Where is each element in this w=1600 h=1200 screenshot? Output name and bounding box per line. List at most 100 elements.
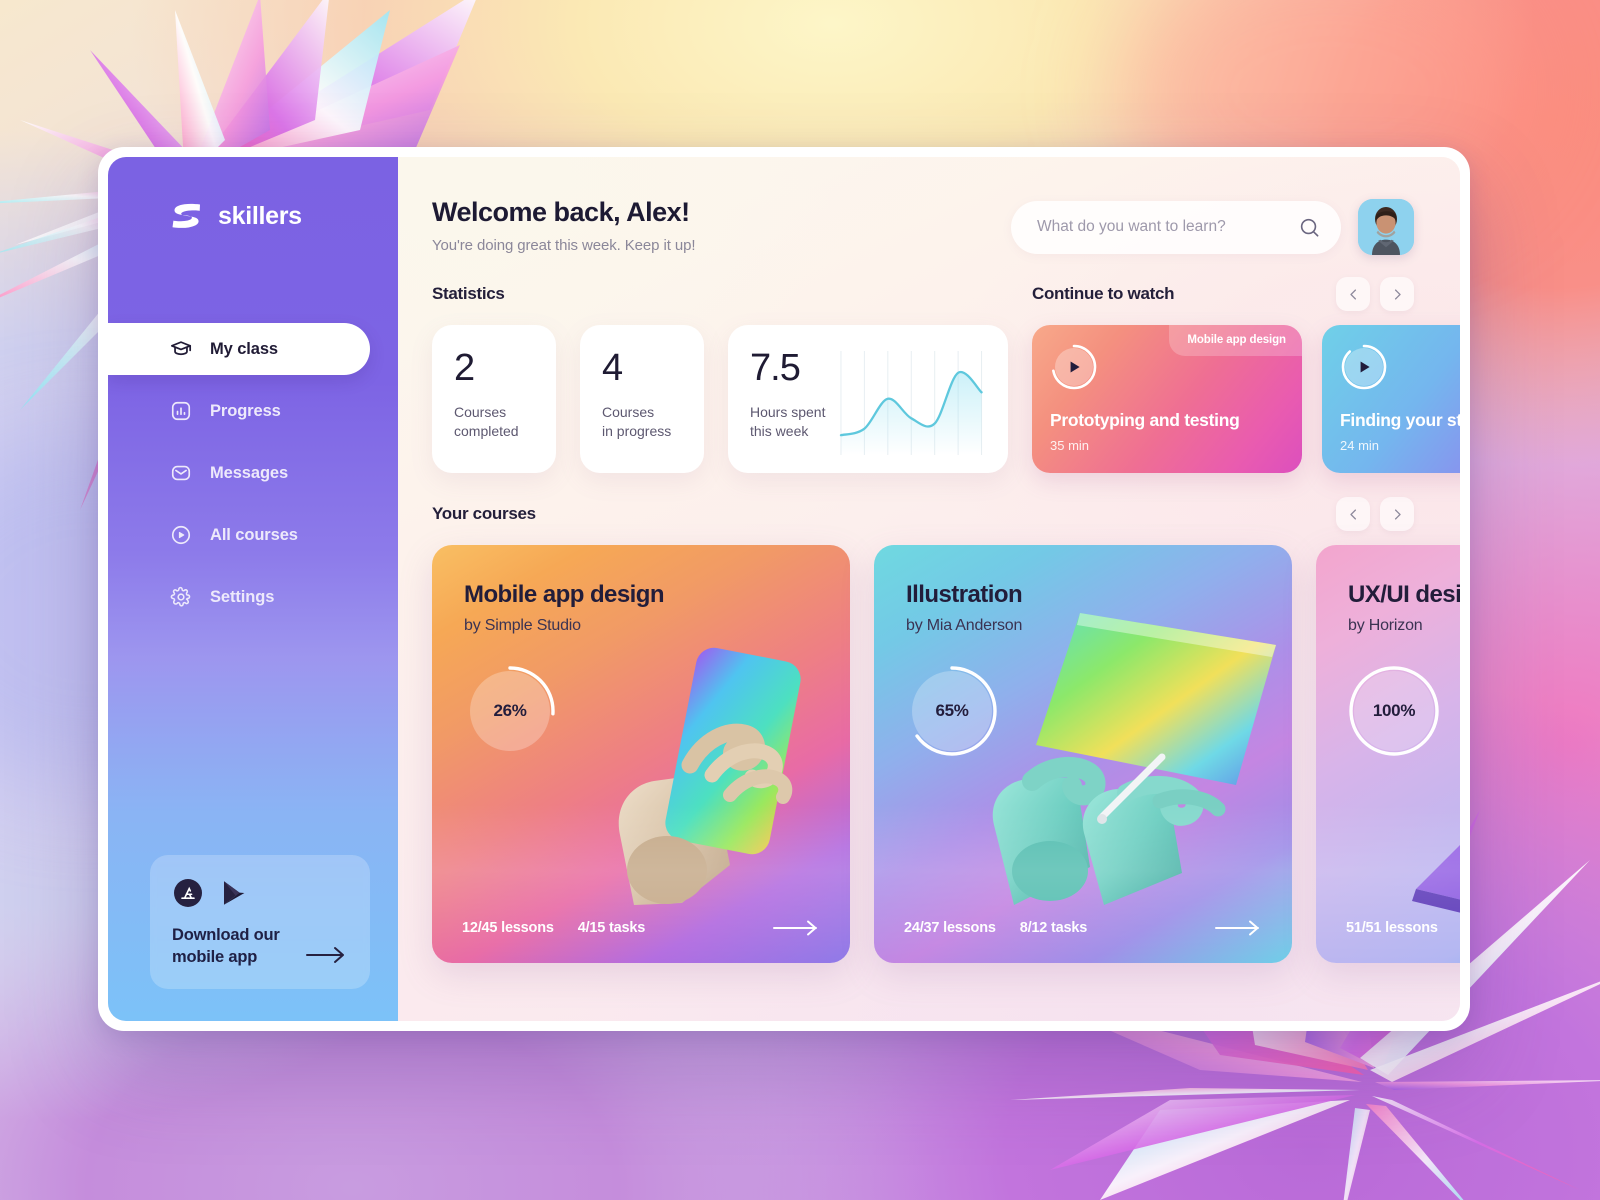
course-title: Illustration (906, 581, 1023, 608)
skillers-logo-icon (172, 203, 200, 228)
your-courses-carousel[interactable]: Mobile app design by Simple Studio 26% 1… (432, 545, 1460, 963)
stat-label-line-1: Courses (454, 404, 507, 420)
course-card-footer: 51/51 lessons 17/17 tasks (1316, 893, 1460, 963)
course-card-footer: 24/37 lessons 8/12 tasks (874, 893, 1292, 963)
continue-to-watch-next-button[interactable] (1380, 277, 1414, 311)
course-author: by Horizon (1348, 617, 1423, 634)
sidebar: skillers My class Progress Messages All … (108, 157, 398, 1021)
continue-to-watch-section: Continue to watch Mobile app design Prot… (1032, 277, 1460, 473)
page-subtitle: You're doing great this week. Keep it up… (432, 237, 696, 254)
course-progress-ring: 26% (464, 665, 556, 757)
sidebar-item-progress[interactable]: Progress (108, 385, 370, 437)
hands-holding-tablet-illustration (992, 613, 1276, 905)
avatar[interactable] (1358, 199, 1414, 255)
your-courses-title: Your courses (432, 504, 536, 523)
course-progress-percent: 65% (935, 701, 969, 720)
brand-name: skillers (218, 201, 302, 230)
watch-card-title: Finding your style (1340, 410, 1460, 430)
course-tasks-count: 4/15 tasks (577, 920, 646, 936)
continue-to-watch-prev-button[interactable] (1336, 277, 1370, 311)
course-progress-ring: 100% (1348, 665, 1440, 757)
stat-value: 4 (602, 347, 623, 389)
course-author: by Mia Anderson (906, 617, 1023, 634)
your-courses-prev-button[interactable] (1336, 497, 1370, 531)
stat-card-courses-in-progress: 4 Courses in progress (580, 325, 704, 473)
continue-to-watch-carousel[interactable]: Mobile app design Prototyping and testin… (1032, 325, 1460, 473)
promo-line-1: Download our (172, 926, 280, 945)
gear-icon (170, 586, 191, 607)
stat-label-line-2: in progress (602, 422, 672, 439)
stat-label-line-2: completed (454, 422, 519, 439)
course-lessons-count: 12/45 lessons (462, 920, 554, 936)
sidebar-item-settings[interactable]: Settings (108, 571, 370, 623)
app-store-icon[interactable] (172, 877, 204, 909)
course-progress-percent: 26% (493, 701, 527, 720)
stat-value: 2 (454, 347, 475, 389)
course-progress-ring: 65% (906, 665, 998, 757)
download-app-promo[interactable]: Download our mobile app (150, 855, 370, 989)
stat-value: 7.5 (750, 347, 801, 389)
watch-card-duration: 24 min (1340, 438, 1380, 453)
sidebar-nav: My class Progress Messages All courses S… (108, 323, 398, 623)
bar-chart-icon (171, 401, 191, 421)
course-lessons-count: 24/37 lessons (904, 920, 996, 936)
stats-watch-row: Statistics 2 Courses completed 4 Courses (432, 277, 1460, 473)
your-courses-section: Your courses Mobile app design by Simple… (432, 497, 1460, 963)
sidebar-item-label: Progress (210, 401, 281, 420)
watch-card-title: Prototyping and testing (1050, 410, 1240, 430)
course-card-mobile-app-design[interactable]: Mobile app design by Simple Studio 26% 1… (432, 545, 850, 963)
sidebar-item-label: Messages (210, 463, 289, 482)
avatar-image (1358, 199, 1414, 255)
app-window: skillers My class Progress Messages All … (98, 147, 1470, 1031)
promo-line-2: mobile app (172, 948, 258, 967)
page-title: Welcome back, Alex! (432, 197, 690, 227)
chevron-right-icon (1394, 508, 1401, 520)
sidebar-item-label: All courses (210, 525, 298, 544)
arrow-right-icon[interactable] (1214, 918, 1262, 938)
your-courses-next-button[interactable] (1380, 497, 1414, 531)
stat-label-line-2: this week (750, 422, 809, 439)
sidebar-item-label: My class (210, 339, 278, 358)
stat-label-line-1: Hours spent (750, 404, 826, 420)
hours-spent-sparkline-chart (840, 351, 984, 455)
watch-card-finding-your-style[interactable]: Finding your style 24 min (1322, 325, 1460, 473)
sidebar-item-messages[interactable]: Messages (108, 447, 370, 499)
course-lessons-count: 51/51 lessons (1346, 920, 1438, 936)
course-title: UX/UI design (1348, 581, 1460, 608)
arrow-right-icon[interactable] (772, 918, 820, 938)
envelope-icon (171, 465, 191, 481)
statistics-title: Statistics (432, 284, 505, 303)
chevron-left-icon (1349, 288, 1356, 300)
watch-card-duration: 35 min (1050, 438, 1090, 453)
statistics-section: Statistics 2 Courses completed 4 Courses (432, 281, 1008, 473)
hand-holding-phone-illustration (618, 647, 801, 905)
graduation-cap-icon (170, 341, 192, 356)
course-progress-percent: 100% (1372, 701, 1416, 720)
search-icon[interactable] (1298, 216, 1321, 239)
chevron-right-icon (1394, 288, 1401, 300)
watch-card-badge: Mobile app design (1169, 325, 1302, 356)
search-bar[interactable] (1011, 200, 1341, 254)
sidebar-item-my-class[interactable]: My class (108, 323, 370, 375)
brand[interactable]: skillers (108, 201, 398, 231)
continue-to-watch-title: Continue to watch (1032, 284, 1175, 303)
watch-card-prototyping-and-testing[interactable]: Mobile app design Prototyping and testin… (1032, 325, 1302, 473)
sidebar-item-label: Settings (210, 587, 275, 606)
sidebar-item-all-courses[interactable]: All courses (108, 509, 370, 561)
course-card-illustration[interactable]: Illustration by Mia Anderson 65% 24/37 l… (874, 545, 1292, 963)
google-play-icon[interactable] (218, 877, 248, 909)
play-progress-ring[interactable] (1340, 343, 1388, 391)
search-input[interactable] (1037, 218, 1288, 236)
main-content: Welcome back, Alex! You're doing great t… (398, 157, 1460, 1021)
course-card-footer: 12/45 lessons 4/15 tasks (432, 893, 850, 963)
course-title: Mobile app design (464, 581, 665, 608)
course-card-ux-ui-design[interactable]: UX/UI design by Horizon 100% 51/51 lesso… (1316, 545, 1460, 963)
stat-card-hours-spent: 7.5 Hours spent this week (728, 325, 1008, 473)
play-progress-ring[interactable] (1050, 343, 1098, 391)
play-circle-icon (171, 525, 191, 545)
arrow-right-icon[interactable] (304, 944, 348, 966)
course-author: by Simple Studio (464, 617, 581, 634)
chevron-left-icon (1349, 508, 1356, 520)
page-header: Welcome back, Alex! You're doing great t… (432, 197, 1460, 255)
course-tasks-count: 8/12 tasks (1019, 920, 1088, 936)
